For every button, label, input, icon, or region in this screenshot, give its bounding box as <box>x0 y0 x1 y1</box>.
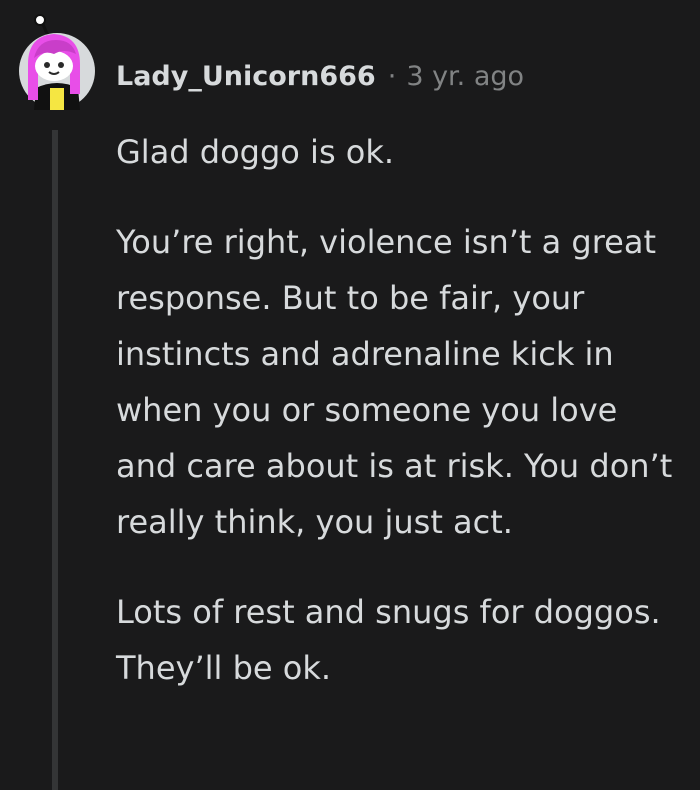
comment-paragraph: You’re right, violence isn’t a great res… <box>116 223 673 541</box>
snoo-avatar-icon <box>19 14 95 110</box>
comment: Lady_Unicorn666 · 3 yr. ago Glad doggo i… <box>0 0 700 790</box>
comment-paragraph: Glad doggo is ok. <box>116 133 395 171</box>
user-avatar[interactable] <box>14 14 96 110</box>
comment-paragraph: Lots of rest and snugs for doggos. They’… <box>116 593 661 687</box>
meta-separator: · <box>387 60 397 92</box>
comment-timestamp[interactable]: 3 yr. ago <box>406 61 524 92</box>
comment-meta: Lady_Unicorn666 · 3 yr. ago <box>116 56 524 96</box>
thread-collapse-line[interactable] <box>52 130 58 790</box>
comment-body: Glad doggo is ok. You’re right, violence… <box>116 124 676 730</box>
comment-author[interactable]: Lady_Unicorn666 <box>116 61 376 92</box>
